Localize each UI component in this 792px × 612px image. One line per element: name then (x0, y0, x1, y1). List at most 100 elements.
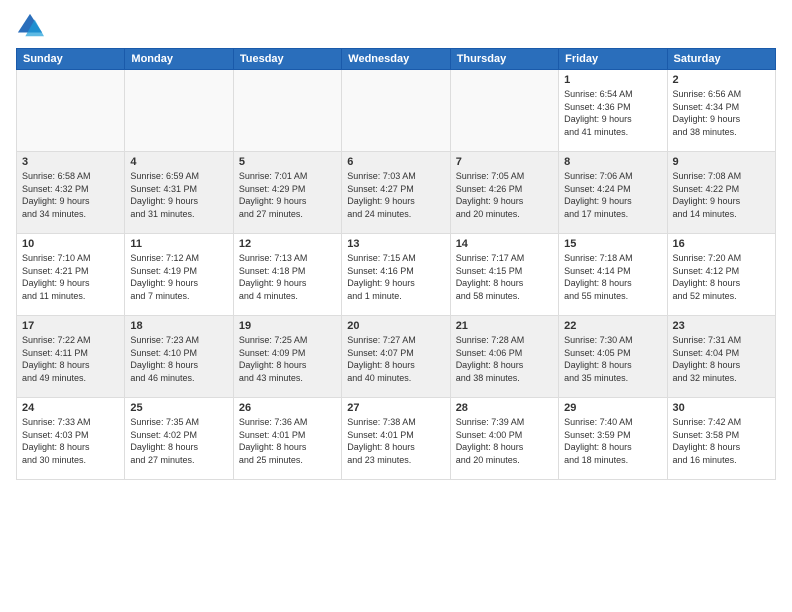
day-cell: 7 Sunrise: 7:05 AM Sunset: 4:26 PM Daylig… (450, 152, 558, 234)
day-cell: 12 Sunrise: 7:13 AM Sunset: 4:18 PM Dayli… (233, 234, 341, 316)
page: SundayMondayTuesdayWednesdayThursdayFrid… (0, 0, 792, 612)
col-header-wednesday: Wednesday (342, 49, 450, 70)
day-info: Sunrise: 7:38 AM Sunset: 4:01 PM Dayligh… (347, 416, 444, 466)
day-number: 10 (22, 238, 119, 250)
day-number: 26 (239, 402, 336, 414)
day-info: Sunrise: 7:23 AM Sunset: 4:10 PM Dayligh… (130, 334, 227, 384)
day-number: 15 (564, 238, 661, 250)
day-cell: 27 Sunrise: 7:38 AM Sunset: 4:01 PM Dayli… (342, 398, 450, 480)
day-info: Sunrise: 7:18 AM Sunset: 4:14 PM Dayligh… (564, 252, 661, 302)
day-cell: 28 Sunrise: 7:39 AM Sunset: 4:00 PM Dayli… (450, 398, 558, 480)
day-info: Sunrise: 7:33 AM Sunset: 4:03 PM Dayligh… (22, 416, 119, 466)
day-cell: 22 Sunrise: 7:30 AM Sunset: 4:05 PM Dayli… (559, 316, 667, 398)
day-number: 6 (347, 156, 444, 168)
col-header-tuesday: Tuesday (233, 49, 341, 70)
day-number: 28 (456, 402, 553, 414)
logo-icon (16, 12, 44, 40)
day-info: Sunrise: 7:12 AM Sunset: 4:19 PM Dayligh… (130, 252, 227, 302)
day-info: Sunrise: 7:42 AM Sunset: 3:58 PM Dayligh… (673, 416, 770, 466)
col-header-monday: Monday (125, 49, 233, 70)
day-number: 27 (347, 402, 444, 414)
day-number: 11 (130, 238, 227, 250)
day-number: 16 (673, 238, 770, 250)
day-cell: 30Sunrise: 7:42 AM Sunset: 3:58 PM Dayli… (667, 398, 775, 480)
day-cell: 11 Sunrise: 7:12 AM Sunset: 4:19 PM Dayli… (125, 234, 233, 316)
day-info: Sunrise: 7:13 AM Sunset: 4:18 PM Dayligh… (239, 252, 336, 302)
day-info: Sunrise: 7:35 AM Sunset: 4:02 PM Dayligh… (130, 416, 227, 466)
day-number: 2 (673, 74, 770, 86)
day-info: Sunrise: 6:58 AM Sunset: 4:32 PM Dayligh… (22, 170, 119, 220)
day-cell: 4 Sunrise: 6:59 AM Sunset: 4:31 PM Daylig… (125, 152, 233, 234)
day-info: Sunrise: 7:40 AM Sunset: 3:59 PM Dayligh… (564, 416, 661, 466)
header-row: SundayMondayTuesdayWednesdayThursdayFrid… (17, 49, 776, 70)
day-number: 9 (673, 156, 770, 168)
day-cell: 10 Sunrise: 7:10 AM Sunset: 4:21 PM Dayli… (17, 234, 125, 316)
day-info: Sunrise: 7:10 AM Sunset: 4:21 PM Dayligh… (22, 252, 119, 302)
day-cell: 19 Sunrise: 7:25 AM Sunset: 4:09 PM Dayli… (233, 316, 341, 398)
week-row-3: 17Sunrise: 7:22 AM Sunset: 4:11 PM Dayli… (17, 316, 776, 398)
day-number: 18 (130, 320, 227, 332)
day-number: 23 (673, 320, 770, 332)
day-number: 5 (239, 156, 336, 168)
day-cell: 15 Sunrise: 7:18 AM Sunset: 4:14 PM Dayli… (559, 234, 667, 316)
day-cell (450, 70, 558, 152)
day-cell: 9 Sunrise: 7:08 AM Sunset: 4:22 PM Daylig… (667, 152, 775, 234)
day-cell: 23Sunrise: 7:31 AM Sunset: 4:04 PM Dayli… (667, 316, 775, 398)
day-cell: 24 Sunrise: 7:33 AM Sunset: 4:03 PM Dayli… (17, 398, 125, 480)
day-cell: 8Sunrise: 7:06 AM Sunset: 4:24 PM Daylig… (559, 152, 667, 234)
day-cell: 21Sunrise: 7:28 AM Sunset: 4:06 PM Dayli… (450, 316, 558, 398)
day-info: Sunrise: 7:22 AM Sunset: 4:11 PM Dayligh… (22, 334, 119, 384)
calendar: SundayMondayTuesdayWednesdayThursdayFrid… (16, 48, 776, 480)
day-info: Sunrise: 7:36 AM Sunset: 4:01 PM Dayligh… (239, 416, 336, 466)
day-info: Sunrise: 7:06 AM Sunset: 4:24 PM Dayligh… (564, 170, 661, 220)
day-number: 22 (564, 320, 661, 332)
col-header-sunday: Sunday (17, 49, 125, 70)
header (16, 12, 776, 40)
day-cell: 18 Sunrise: 7:23 AM Sunset: 4:10 PM Dayli… (125, 316, 233, 398)
day-info: Sunrise: 7:20 AM Sunset: 4:12 PM Dayligh… (673, 252, 770, 302)
day-cell: 5 Sunrise: 7:01 AM Sunset: 4:29 PM Daylig… (233, 152, 341, 234)
day-info: Sunrise: 7:08 AM Sunset: 4:22 PM Dayligh… (673, 170, 770, 220)
day-number: 20 (347, 320, 444, 332)
day-number: 12 (239, 238, 336, 250)
day-number: 1 (564, 74, 661, 86)
day-info: Sunrise: 6:59 AM Sunset: 4:31 PM Dayligh… (130, 170, 227, 220)
day-number: 3 (22, 156, 119, 168)
day-cell (17, 70, 125, 152)
day-info: Sunrise: 7:27 AM Sunset: 4:07 PM Dayligh… (347, 334, 444, 384)
col-header-saturday: Saturday (667, 49, 775, 70)
day-number: 13 (347, 238, 444, 250)
day-info: Sunrise: 6:54 AM Sunset: 4:36 PM Dayligh… (564, 88, 661, 138)
day-info: Sunrise: 7:01 AM Sunset: 4:29 PM Dayligh… (239, 170, 336, 220)
day-cell: 26 Sunrise: 7:36 AM Sunset: 4:01 PM Dayli… (233, 398, 341, 480)
logo (16, 12, 48, 40)
day-number: 4 (130, 156, 227, 168)
day-cell: 17Sunrise: 7:22 AM Sunset: 4:11 PM Dayli… (17, 316, 125, 398)
day-cell (233, 70, 341, 152)
week-row-2: 10 Sunrise: 7:10 AM Sunset: 4:21 PM Dayli… (17, 234, 776, 316)
day-info: Sunrise: 7:28 AM Sunset: 4:06 PM Dayligh… (456, 334, 553, 384)
col-header-friday: Friday (559, 49, 667, 70)
col-header-thursday: Thursday (450, 49, 558, 70)
week-row-1: 3 Sunrise: 6:58 AM Sunset: 4:32 PM Daylig… (17, 152, 776, 234)
day-number: 19 (239, 320, 336, 332)
day-cell: 2Sunrise: 6:56 AM Sunset: 4:34 PM Daylig… (667, 70, 775, 152)
day-info: Sunrise: 7:15 AM Sunset: 4:16 PM Dayligh… (347, 252, 444, 302)
day-number: 7 (456, 156, 553, 168)
day-cell: 25Sunrise: 7:35 AM Sunset: 4:02 PM Dayli… (125, 398, 233, 480)
day-cell: 29 Sunrise: 7:40 AM Sunset: 3:59 PM Dayli… (559, 398, 667, 480)
day-info: Sunrise: 7:03 AM Sunset: 4:27 PM Dayligh… (347, 170, 444, 220)
week-row-4: 24 Sunrise: 7:33 AM Sunset: 4:03 PM Dayli… (17, 398, 776, 480)
day-cell: 1 Sunrise: 6:54 AM Sunset: 4:36 PM Daylig… (559, 70, 667, 152)
day-number: 24 (22, 402, 119, 414)
week-row-0: 1 Sunrise: 6:54 AM Sunset: 4:36 PM Daylig… (17, 70, 776, 152)
day-info: Sunrise: 7:05 AM Sunset: 4:26 PM Dayligh… (456, 170, 553, 220)
day-cell: 6 Sunrise: 7:03 AM Sunset: 4:27 PM Daylig… (342, 152, 450, 234)
day-cell: 14Sunrise: 7:17 AM Sunset: 4:15 PM Dayli… (450, 234, 558, 316)
day-cell: 3 Sunrise: 6:58 AM Sunset: 4:32 PM Daylig… (17, 152, 125, 234)
day-info: Sunrise: 7:39 AM Sunset: 4:00 PM Dayligh… (456, 416, 553, 466)
day-info: Sunrise: 7:25 AM Sunset: 4:09 PM Dayligh… (239, 334, 336, 384)
day-info: Sunrise: 7:30 AM Sunset: 4:05 PM Dayligh… (564, 334, 661, 384)
day-cell (125, 70, 233, 152)
day-number: 29 (564, 402, 661, 414)
